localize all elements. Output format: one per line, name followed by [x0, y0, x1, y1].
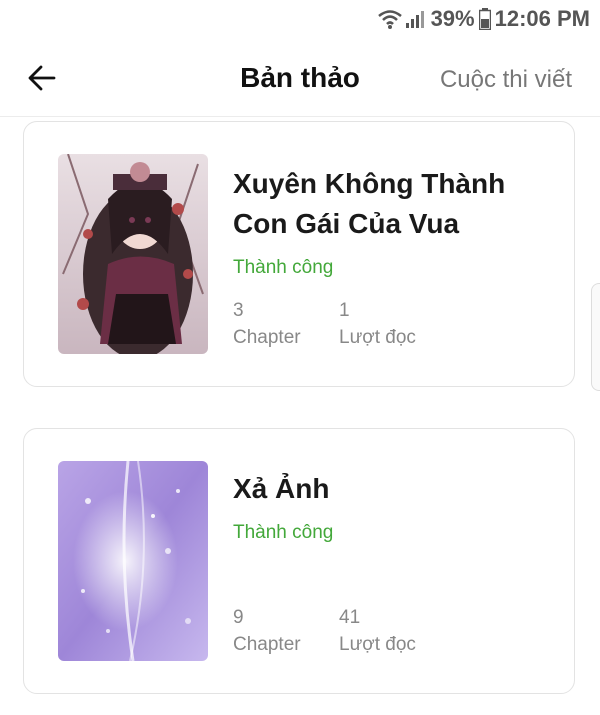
status-right: 39% 12:06 PM: [377, 6, 590, 32]
reads-count: 41: [339, 607, 361, 628]
story-card[interactable]: Xuyên Không Thành Con Gái Của Vua Thành …: [23, 121, 575, 387]
story-title: Xuyên Không Thành Con Gái Của Vua: [233, 164, 505, 244]
chapters-label: Chapter: [233, 327, 301, 348]
story-cover-image: [58, 154, 208, 354]
anime-girl-cover-art: [58, 154, 208, 354]
lavender-light-cover-art: [58, 461, 208, 661]
story-title-line: Con Gái Của Vua: [233, 208, 460, 239]
story-title-line: Xuyên Không Thành: [233, 168, 506, 199]
battery-percent: 39%: [430, 6, 475, 31]
story-cover-image: [58, 461, 208, 661]
chapters-count: 9: [233, 607, 244, 628]
story-title-line: Xả Ảnh: [233, 473, 330, 504]
story-status: Thành công: [233, 257, 334, 278]
reads-label: Lượt đọc: [339, 327, 416, 348]
chapters-stat: 9 Chapter: [233, 604, 301, 658]
edge-scroll-handle[interactable]: [591, 283, 600, 391]
chapters-count: 3: [233, 300, 244, 321]
status-bar: 39% 12:06 PM: [0, 0, 600, 40]
reads-stat: 1 Lượt đọc: [339, 297, 416, 351]
status-icons: [377, 8, 427, 30]
signal-icon: [405, 11, 424, 28]
battery-icon: [478, 8, 491, 30]
story-title: Xả Ảnh: [233, 469, 329, 509]
chapters-label: Chapter: [233, 634, 301, 655]
app-header: Bản thảo Cuộc thi viết: [0, 40, 600, 117]
story-card[interactable]: Xả Ảnh Thành công 9 Chapter 41 Lượt đọc: [23, 428, 575, 694]
reads-label: Lượt đọc: [339, 634, 416, 655]
clock: 12:06 PM: [494, 6, 590, 31]
chapters-stat: 3 Chapter: [233, 297, 301, 351]
contest-link[interactable]: Cuộc thi viết: [440, 66, 572, 94]
reads-count: 1: [339, 300, 350, 321]
reads-stat: 41 Lượt đọc: [339, 604, 416, 658]
story-status: Thành công: [233, 522, 334, 543]
wifi-icon: [377, 10, 402, 29]
